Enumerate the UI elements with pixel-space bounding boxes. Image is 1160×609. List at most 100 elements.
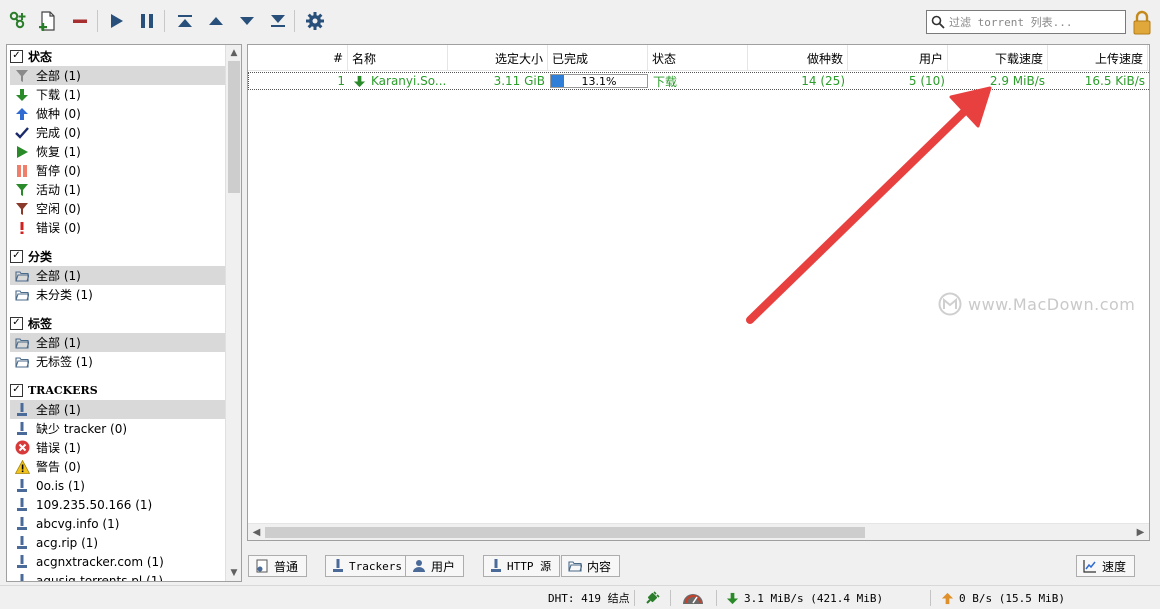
search-input[interactable]: [949, 15, 1119, 29]
list-item-label: acg.rip (1): [36, 535, 99, 550]
column-header-status[interactable]: 状态: [648, 45, 748, 71]
tracker-section-header[interactable]: ✓ TRACKERS: [10, 381, 98, 399]
status-filter-active[interactable]: 活动 (1): [10, 180, 226, 199]
status-filter-completed[interactable]: 完成 (0): [10, 123, 226, 142]
tab-http-sources[interactable]: HTTP 源: [483, 555, 561, 577]
status-filter-inactive[interactable]: 空闲 (0): [10, 199, 226, 218]
tracker-filter-item[interactable]: agusiq-torrents.pl (1): [10, 571, 226, 582]
checkbox-icon[interactable]: ✓: [10, 383, 23, 397]
row-progress-bar: 13.1%: [550, 74, 648, 88]
column-header-up-speed[interactable]: 上传速度: [1048, 45, 1148, 71]
tab-trackers[interactable]: Trackers: [325, 555, 411, 577]
list-item-label: agusiq-torrents.pl (1): [36, 573, 164, 582]
scroll-down-icon[interactable]: ▼: [226, 565, 241, 581]
tracker-filter-error[interactable]: 错误 (1): [10, 438, 226, 457]
tracker-filter-item[interactable]: 0o.is (1): [10, 476, 226, 495]
start-button[interactable]: [104, 8, 128, 34]
checkbox-icon[interactable]: ✓: [10, 316, 23, 330]
watermark-logo-icon: [938, 292, 962, 316]
sidebar-scrollbar[interactable]: ▲ ▼: [225, 45, 241, 581]
tag-section-header[interactable]: ✓ 标签: [10, 314, 52, 332]
tab-speed[interactable]: 速度: [1076, 555, 1136, 577]
tracker-icon: [17, 535, 27, 549]
table-header: ˇ # 名称 选定大小 已完成 状态 做种数 用户 下载速度 上传速度: [248, 45, 1149, 71]
checkbox-icon[interactable]: ✓: [10, 49, 23, 63]
move-top-button[interactable]: [173, 8, 197, 34]
search-box[interactable]: [926, 10, 1126, 34]
move-top-icon: [178, 15, 192, 27]
scroll-up-icon[interactable]: ▲: [226, 45, 241, 61]
status-filter-downloading[interactable]: 下载 (1): [10, 85, 226, 104]
list-item-label: 全部 (1): [36, 269, 81, 283]
tag-filter-untagged[interactable]: 无标签 (1): [10, 352, 226, 371]
tracker-icon: [17, 497, 27, 511]
tracker-filter-all[interactable]: 全部 (1): [10, 400, 226, 419]
download-arrow-icon: [726, 592, 739, 604]
horizontal-scrollbar[interactable]: ◀ ▶: [248, 523, 1149, 540]
download-arrow-icon: [16, 88, 28, 101]
category-filter-all[interactable]: 全部 (1): [10, 266, 226, 285]
warning-icon: [14, 459, 30, 474]
move-down-button[interactable]: [235, 8, 259, 34]
folder-icon: [15, 356, 29, 368]
table-row[interactable]: 1 Karanyi.So... 3.11 GiB 13.1% 下载 14 (25…: [248, 72, 1149, 90]
move-bottom-button[interactable]: [266, 8, 290, 34]
scroll-right-icon[interactable]: ▶: [1132, 524, 1149, 540]
tracker-filter-trackerless[interactable]: 缺少 tracker (0): [10, 419, 226, 438]
row-size: 3.11 GiB: [493, 74, 545, 88]
status-filter-resumed[interactable]: 恢复 (1): [10, 142, 226, 161]
status-filter-seeding[interactable]: 做种 (0): [10, 104, 226, 123]
column-header-seeds[interactable]: 做种数: [748, 45, 848, 71]
add-torrent-button[interactable]: [36, 8, 60, 34]
list-item-label: 暂停 (0): [36, 164, 81, 178]
remove-button[interactable]: [68, 8, 92, 34]
move-up-button[interactable]: [204, 8, 228, 34]
folder-icon: [15, 270, 29, 282]
column-header-down-speed[interactable]: 下载速度: [948, 45, 1048, 71]
tracker-filter-warning[interactable]: 警告 (0): [10, 457, 226, 476]
folder-icon: [15, 289, 29, 301]
status-filter-paused[interactable]: 暂停 (0): [10, 161, 226, 180]
scroll-left-icon[interactable]: ◀: [248, 524, 265, 540]
pause-button[interactable]: [135, 8, 159, 34]
lock-button[interactable]: [1131, 10, 1153, 36]
scrollbar-thumb[interactable]: [265, 527, 865, 538]
category-filter-uncategorized[interactable]: 未分类 (1): [10, 285, 226, 304]
tracker-filter-item[interactable]: abcvg.info (1): [10, 514, 226, 533]
filter-icon: [16, 69, 28, 82]
dht-status: DHT: 419 结点: [548, 592, 630, 605]
tab-content[interactable]: 内容: [561, 555, 621, 577]
column-header-peers[interactable]: 用户: [848, 45, 948, 71]
list-item-label: 无标签 (1): [36, 355, 93, 369]
list-item-label: abcvg.info (1): [36, 516, 120, 531]
status-filter-errored[interactable]: 错误 (0): [10, 218, 226, 237]
list-item-label: 0o.is (1): [36, 478, 85, 493]
status-section-header[interactable]: ✓ 状态: [10, 47, 52, 65]
column-header-progress[interactable]: 已完成: [548, 45, 648, 71]
column-header-number[interactable]: #: [248, 45, 348, 71]
pause-icon: [141, 14, 153, 28]
section-title: TRACKERS: [28, 383, 98, 397]
checkbox-icon[interactable]: ✓: [10, 249, 23, 263]
tab-peers[interactable]: 用户: [405, 555, 465, 577]
download-speed-status[interactable]: 3.1 MiB/s (421.4 MiB): [726, 586, 883, 609]
alt-speed-button[interactable]: [681, 586, 705, 609]
category-section-header[interactable]: ✓ 分类: [10, 247, 52, 265]
download-arrow-icon: [353, 75, 366, 87]
scrollbar-thumb[interactable]: [228, 61, 240, 193]
tracker-filter-item[interactable]: 109.235.50.166 (1): [10, 495, 226, 514]
column-header-name[interactable]: 名称: [348, 45, 448, 71]
row-seeds: 14 (25): [801, 74, 845, 88]
add-link-button[interactable]: [6, 8, 30, 34]
upload-speed-status[interactable]: 0 B/s (15.5 MiB): [941, 586, 1065, 609]
filter-icon: [16, 183, 28, 196]
status-filter-all[interactable]: 全部 (1): [10, 66, 226, 85]
options-button[interactable]: [303, 8, 327, 34]
column-header-size[interactable]: 选定大小: [448, 45, 548, 71]
tracker-filter-item[interactable]: acg.rip (1): [10, 533, 226, 552]
tracker-filter-item[interactable]: acgnxtracker.com (1): [10, 552, 226, 571]
connection-status-button[interactable]: [644, 586, 660, 609]
tag-filter-all[interactable]: 全部 (1): [10, 333, 226, 352]
tab-general[interactable]: 普通: [248, 555, 308, 577]
list-item-label: 活动 (1): [36, 183, 81, 197]
